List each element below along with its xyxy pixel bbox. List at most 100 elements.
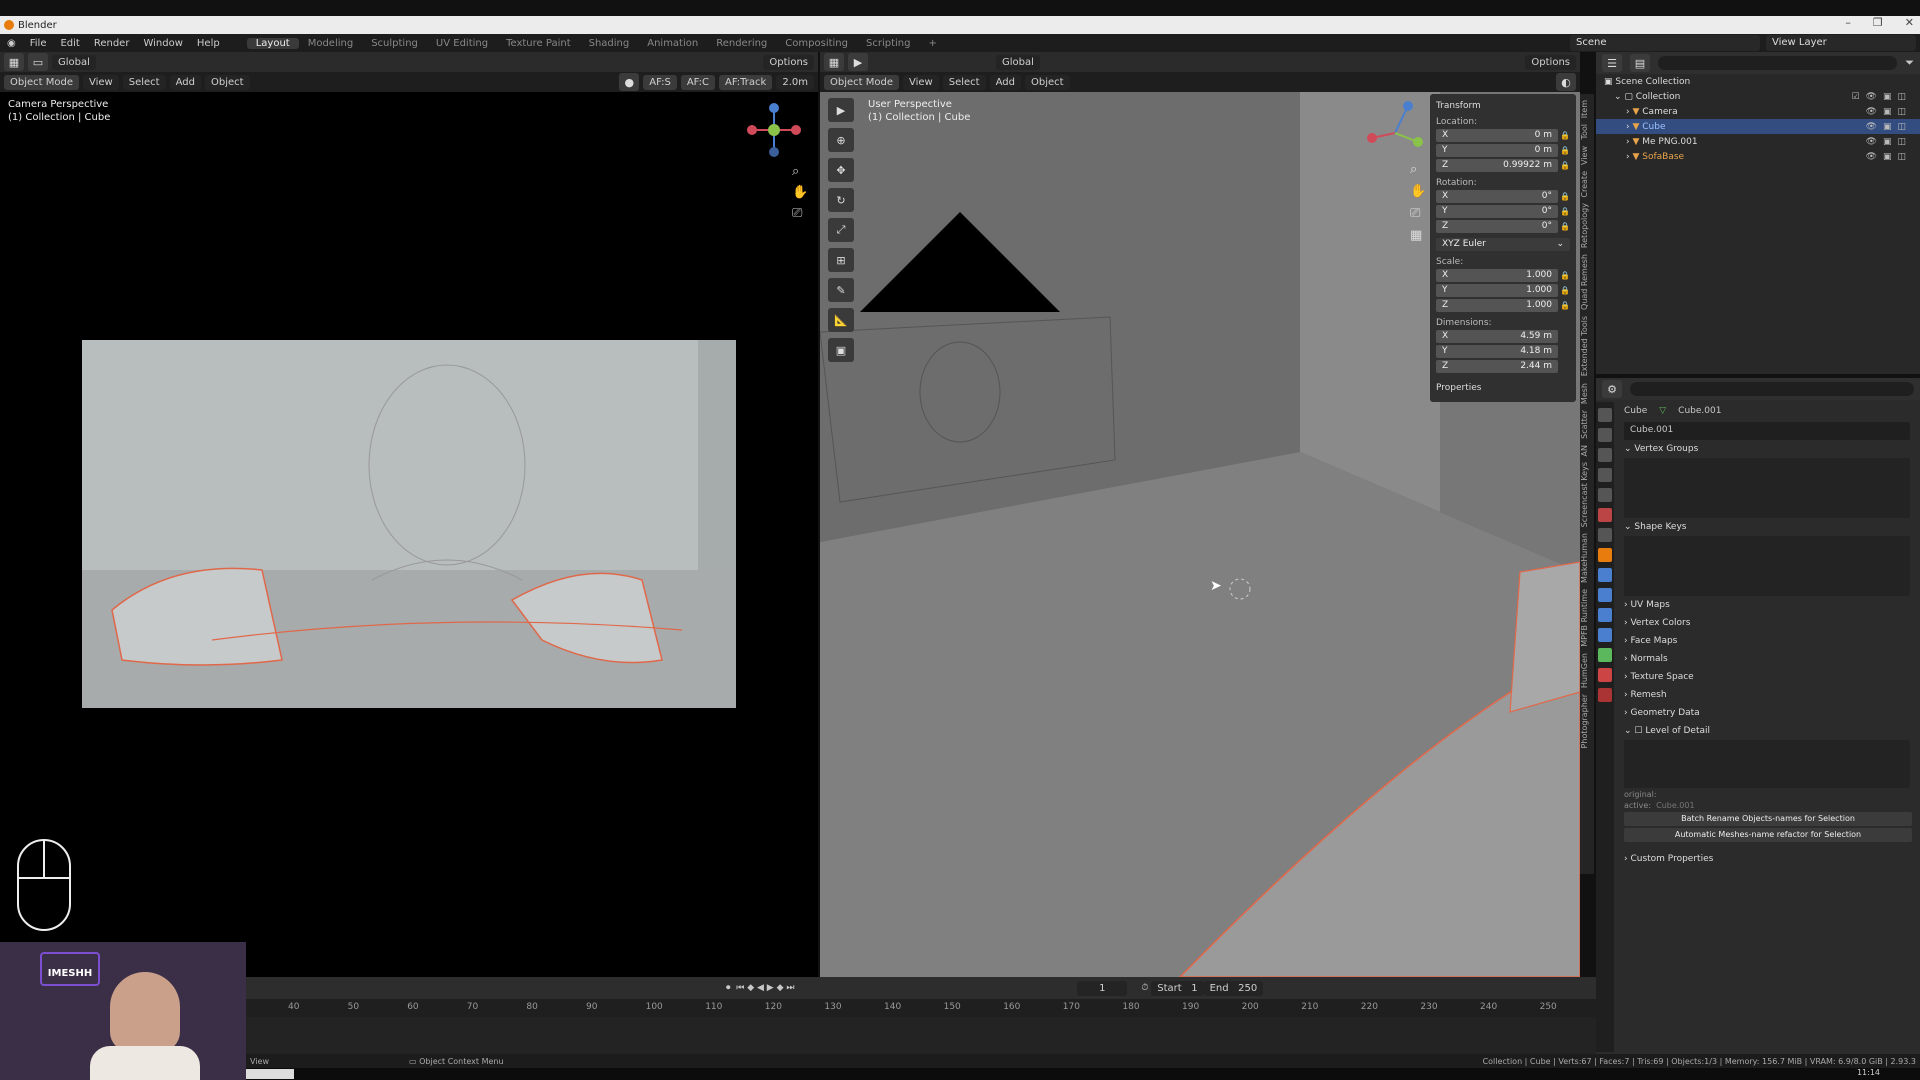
right-options-button[interactable]: Options (1525, 54, 1576, 70)
af-s-button[interactable]: AF:S (643, 74, 677, 90)
tab-extended-tools[interactable]: Extended Tools (1580, 316, 1589, 376)
filter-icon[interactable]: ⏷ (1905, 56, 1914, 70)
menu-help[interactable]: Help (190, 38, 227, 49)
tab-shading[interactable]: Shading (580, 38, 639, 49)
lock-icon[interactable]: 🔒 (1558, 286, 1570, 295)
tab-retopology[interactable]: Retopology (1580, 203, 1589, 248)
outliner-scene-collection[interactable]: ▣ Scene Collection (1596, 74, 1920, 89)
lock-icon[interactable]: 🔒 (1558, 207, 1570, 216)
measure-tool-icon[interactable]: 📐 (828, 308, 854, 332)
end-frame-field[interactable]: End 250 (1203, 980, 1264, 996)
lock-icon[interactable]: 🔒 (1558, 222, 1570, 231)
tab-compositing[interactable]: Compositing (776, 38, 857, 49)
editor-type-icon[interactable]: ▦ (4, 53, 24, 71)
right-menu-add[interactable]: Add (989, 74, 1021, 90)
world-tab-icon[interactable] (1598, 508, 1612, 522)
tab-mesh[interactable]: Mesh (1580, 383, 1589, 404)
section-texture-space[interactable]: › Texture Space (1596, 668, 1920, 686)
left-menu-select[interactable]: Select (122, 74, 166, 90)
right-select-icon[interactable]: ▶ (848, 53, 868, 71)
camera-view-icon[interactable]: ⎚ (792, 206, 808, 221)
outliner-item-sofabase[interactable]: › ▼ SofaBase 👁▣◫ (1596, 149, 1920, 164)
shape-keys-list[interactable] (1624, 536, 1910, 596)
scale-x-field[interactable]: X 1.000 (1436, 269, 1558, 282)
tab-texture-paint[interactable]: Texture Paint (497, 38, 580, 49)
scale-z-field[interactable]: Z 1.000 (1436, 299, 1558, 312)
current-frame-field[interactable]: 1 (1077, 980, 1128, 996)
section-shape-keys[interactable]: ⌄ Shape Keys (1596, 518, 1920, 536)
batch-rename-button[interactable]: Batch Rename Objects-names for Selection (1624, 812, 1912, 826)
close-icon[interactable]: ✕ (1905, 16, 1914, 29)
tab-tool[interactable]: Tool (1580, 124, 1589, 140)
navigation-gizmo[interactable] (744, 100, 804, 160)
timeline-ruler[interactable]: 40 50 60 70 80 90 100 110 120 130 140 150 160 170 180 1… (246, 999, 1596, 1017)
rotation-x-field[interactable]: X 0° (1436, 190, 1558, 203)
cursor-tool-icon[interactable]: ⊕ (828, 128, 854, 152)
right-editor-type-icon[interactable]: ▦ (824, 53, 844, 71)
tool-tab-icon[interactable] (1598, 408, 1612, 422)
location-x-field[interactable]: X0 m (1436, 129, 1558, 142)
lock-icon[interactable]: 🔒 (1558, 161, 1570, 170)
section-vertex-groups[interactable]: ⌄ Vertex Groups (1596, 440, 1920, 458)
timeline-body[interactable] (246, 1017, 1596, 1054)
transform-orientation[interactable]: Global (52, 54, 96, 70)
section-geometry-data[interactable]: › Geometry Data (1596, 704, 1920, 722)
start-button[interactable] (246, 1069, 294, 1079)
dimension-z-field[interactable]: Z 2.44 m (1436, 360, 1558, 373)
section-level-of-detail[interactable]: ⌄ ☐ Level of Detail (1596, 722, 1920, 740)
constraints-tab-icon[interactable] (1598, 628, 1612, 642)
tab-layout[interactable]: Layout (246, 37, 299, 49)
object-tab-icon[interactable] (1598, 548, 1612, 562)
left-options-button[interactable]: Options (763, 54, 814, 70)
mesh-data-tab-icon[interactable] (1598, 648, 1612, 662)
tab-view[interactable]: View (1580, 146, 1589, 165)
minimize-icon[interactable]: – (1845, 16, 1851, 29)
right-menu-view[interactable]: View (903, 74, 939, 90)
physics-tab-icon[interactable] (1598, 608, 1612, 622)
lock-icon[interactable]: 🔒 (1558, 146, 1570, 155)
lock-icon[interactable]: 🔒 (1558, 192, 1570, 201)
lock-icon[interactable]: 🔒 (1558, 301, 1570, 310)
collection-tab-icon[interactable] (1598, 528, 1612, 542)
outliner-item-cube[interactable]: › ▼ Cube 👁▣◫ (1596, 119, 1920, 134)
view-layer-tab-icon[interactable] (1598, 468, 1612, 482)
add-workspace-icon[interactable]: + (919, 38, 945, 49)
maximize-icon[interactable]: ❐ (1873, 16, 1883, 29)
rotate-tool-icon[interactable]: ↻ (828, 188, 854, 212)
modifier-tab-icon[interactable] (1598, 568, 1612, 582)
grid-icon[interactable]: ▦ (1410, 228, 1426, 243)
preview-range-icon[interactable]: ⏱ (1141, 983, 1151, 993)
play-icon[interactable]: ▶ (767, 983, 777, 993)
move-tool-icon[interactable]: ✥ (828, 158, 854, 182)
menu-window[interactable]: Window (136, 38, 189, 49)
expand-arrow-icon[interactable]: ⌄ (1614, 92, 1624, 102)
auto-rename-button[interactable]: Automatic Meshes-name refactor for Selec… (1624, 828, 1912, 842)
tab-makehuman[interactable]: MakeHuman (1580, 533, 1589, 583)
lock-icon[interactable]: 🔒 (1558, 131, 1570, 140)
outliner-editor-icon[interactable]: ☰ (1602, 54, 1622, 72)
left-menu-object[interactable]: Object (204, 74, 250, 90)
menu-file[interactable]: File (23, 38, 54, 49)
next-key-icon[interactable]: ◆ (777, 983, 787, 993)
tab-photographer[interactable]: Photographer (1580, 694, 1589, 748)
start-frame-field[interactable]: Start 1 (1151, 980, 1204, 996)
right-mode-selector[interactable]: Object Mode (824, 74, 899, 90)
vertex-groups-list[interactable] (1624, 458, 1910, 518)
tab-an[interactable]: AN (1580, 445, 1589, 456)
visibility-icons[interactable]: 👁▣◫ (1866, 107, 1912, 117)
pan-hand-icon[interactable]: ✋ (792, 185, 808, 200)
left-menu-view[interactable]: View (83, 74, 119, 90)
scene-tab-icon[interactable] (1598, 488, 1612, 502)
tab-modeling[interactable]: Modeling (299, 38, 363, 49)
tab-uv-editing[interactable]: UV Editing (427, 38, 497, 49)
outliner-item-me-png[interactable]: › ▼ Me PNG.001 👁▣◫ (1596, 134, 1920, 149)
section-vertex-colors[interactable]: › Vertex Colors (1596, 614, 1920, 632)
outliner-collection[interactable]: ⌄ ▢ Collection ☑👁▣◫ (1596, 89, 1920, 104)
tab-scripting[interactable]: Scripting (857, 38, 919, 49)
section-face-maps[interactable]: › Face Maps (1596, 632, 1920, 650)
add-cube-tool-icon[interactable]: ▣ (828, 338, 854, 362)
jump-start-icon[interactable]: ⏮ (736, 983, 747, 993)
right-zoom-icon[interactable]: ⌕ (1410, 162, 1426, 177)
tab-item[interactable]: Item (1580, 100, 1589, 118)
display-mode-icon[interactable]: ▤ (1630, 54, 1650, 72)
